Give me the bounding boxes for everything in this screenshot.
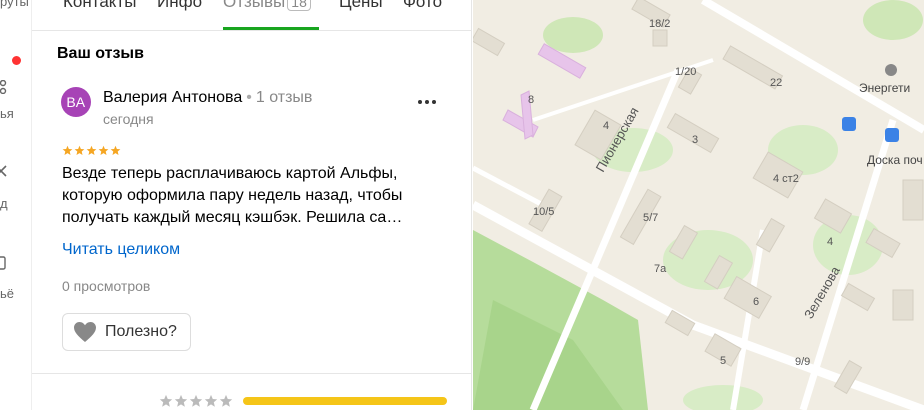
star-icon xyxy=(86,145,97,155)
map-building-label: 6 xyxy=(753,296,760,308)
map-building-label: 7а xyxy=(654,263,667,275)
map-building-label: 1/20 xyxy=(675,66,697,78)
tab-photos[interactable]: Фото xyxy=(403,0,442,12)
map-building-label: 5 xyxy=(720,355,727,367)
review-text: Везде теперь расплачиваюсь картой Альфы,… xyxy=(62,165,403,226)
star-icon xyxy=(189,394,203,407)
map-building-label: 8 xyxy=(528,94,535,106)
map-building-label: 10/5 xyxy=(533,206,555,218)
tab-reviews[interactable]: Отзывы 18 xyxy=(223,0,311,12)
organization-panel: Контакты Инфо Отзывы 18 Цены Фото Ваш отз… xyxy=(32,0,472,410)
author-review-count: 1 отзыв xyxy=(255,89,313,106)
tab-info[interactable]: Инфо xyxy=(157,0,202,12)
notification-dot xyxy=(12,56,21,65)
reviews-count-badge: 18 xyxy=(287,0,311,11)
review-rating-stars xyxy=(62,145,121,156)
poi-label[interactable]: Доска поч xyxy=(867,153,923,167)
star-icon xyxy=(98,145,109,155)
tab-bar: Контакты Инфо Отзывы 18 Цены Фото xyxy=(32,0,471,31)
star-icon xyxy=(74,145,85,155)
tab-contacts[interactable]: Контакты xyxy=(63,0,136,12)
star-icon xyxy=(110,145,121,155)
star-icon xyxy=(219,394,233,407)
rail-label-3[interactable]: д xyxy=(0,196,8,211)
read-more-link[interactable]: Читать целиком xyxy=(62,241,180,259)
route-icon[interactable] xyxy=(0,80,8,94)
review-author: Валерия Антонова • 1 отзыв xyxy=(103,89,312,107)
rail-label-2[interactable]: ья xyxy=(0,106,14,121)
star-icon xyxy=(174,394,188,407)
active-tab-indicator xyxy=(223,27,319,30)
map-building-label: 5/7 xyxy=(643,212,659,224)
bookmark-icon[interactable] xyxy=(0,256,8,270)
separator: • xyxy=(246,89,252,106)
views-count: 0 просмотров xyxy=(62,278,151,294)
map-building-label: 9/9 xyxy=(795,356,811,368)
poi-label[interactable]: Энергети xyxy=(859,81,910,95)
more-options-button[interactable] xyxy=(415,90,439,114)
map-building-label: 3 xyxy=(692,134,699,146)
avatar[interactable]: ВА xyxy=(61,87,91,117)
map[interactable]: 18/2 1/20 22 8 4 3 4 ст2 10/5 5/7 7а 4 6… xyxy=(473,0,924,410)
left-rail: руты ья д ьё xyxy=(0,0,32,410)
useful-button[interactable]: Полезно? xyxy=(62,313,191,351)
tab-reviews-label: Отзывы xyxy=(223,0,286,11)
star-icon xyxy=(204,394,218,407)
useful-label: Полезно? xyxy=(105,323,177,340)
tab-prices[interactable]: Цены xyxy=(339,0,383,12)
map-building-label: 4 xyxy=(603,120,610,132)
author-name[interactable]: Валерия Антонова xyxy=(103,89,242,106)
rating-summary-stars xyxy=(159,394,233,408)
map-building-label: 4 ст2 xyxy=(773,173,799,185)
rail-label-routes[interactable]: руты xyxy=(0,0,29,9)
star-icon xyxy=(62,145,73,155)
map-building-label: 4 xyxy=(827,236,834,248)
rating-progress-bar xyxy=(243,397,447,405)
map-building-label: 22 xyxy=(770,77,783,89)
map-building-label: 18/2 xyxy=(649,18,671,30)
section-title: Ваш отзыв xyxy=(57,45,144,62)
map-canvas xyxy=(473,0,924,410)
star-icon xyxy=(159,394,173,407)
close-x-icon[interactable] xyxy=(0,164,8,178)
divider xyxy=(32,373,471,374)
rail-label-4[interactable]: ьё xyxy=(0,286,14,301)
heart-icon xyxy=(74,322,96,342)
review-date: сегодня xyxy=(103,111,154,127)
